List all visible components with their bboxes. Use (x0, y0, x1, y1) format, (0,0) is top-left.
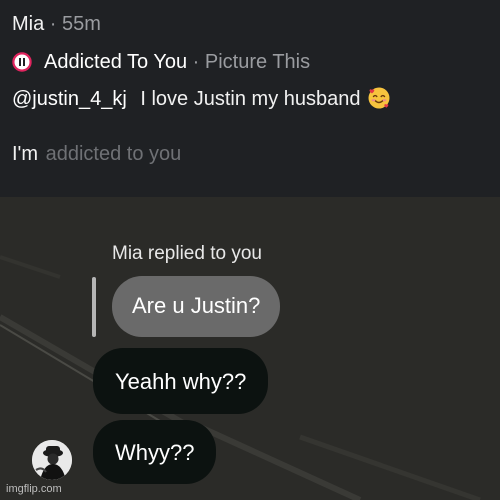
meta-separator: · (44, 13, 63, 35)
story-username[interactable]: Mia (12, 13, 44, 35)
lyric-upcoming: addicted to you (45, 143, 182, 165)
story-header: Mia · 55m Addicted To You · Picture This… (0, 0, 500, 197)
screen: Mia · 55m Addicted To You · Picture This… (0, 0, 500, 500)
story-time: 55m (62, 13, 101, 35)
story-user-row: Mia · 55m (12, 12, 101, 36)
lyrics-row: I'm addicted to you (12, 142, 181, 166)
reply-indicator-bar (92, 277, 96, 337)
song-title[interactable]: Addicted To You (44, 51, 187, 73)
mention-link[interactable]: @justin_4_kj (12, 88, 127, 110)
message-bubble[interactable]: Yeahh why?? (93, 348, 269, 414)
replied-label: Mia replied to you (112, 243, 262, 264)
profile-avatar-icon[interactable] (32, 440, 72, 480)
caption-row: @justin_4_kj I love Justin my husband (12, 86, 391, 111)
smiling-face-with-hearts-icon (367, 86, 391, 110)
message-bubble[interactable]: Whyy?? (93, 420, 217, 484)
watermark: imgflip.com (6, 483, 62, 495)
lyric-sung: I'm (12, 143, 39, 165)
chat-thread: Mia replied to you Are u Justin? Yeahh w… (0, 197, 500, 500)
artist-name[interactable]: Picture This (205, 51, 310, 73)
music-separator: · (187, 51, 205, 73)
story-caption: I love Justin my husband (140, 88, 361, 110)
quoted-message-bubble[interactable]: Are u Justin? (112, 276, 281, 337)
pause-icon[interactable] (12, 52, 32, 72)
music-row[interactable]: Addicted To You · Picture This (12, 50, 310, 74)
